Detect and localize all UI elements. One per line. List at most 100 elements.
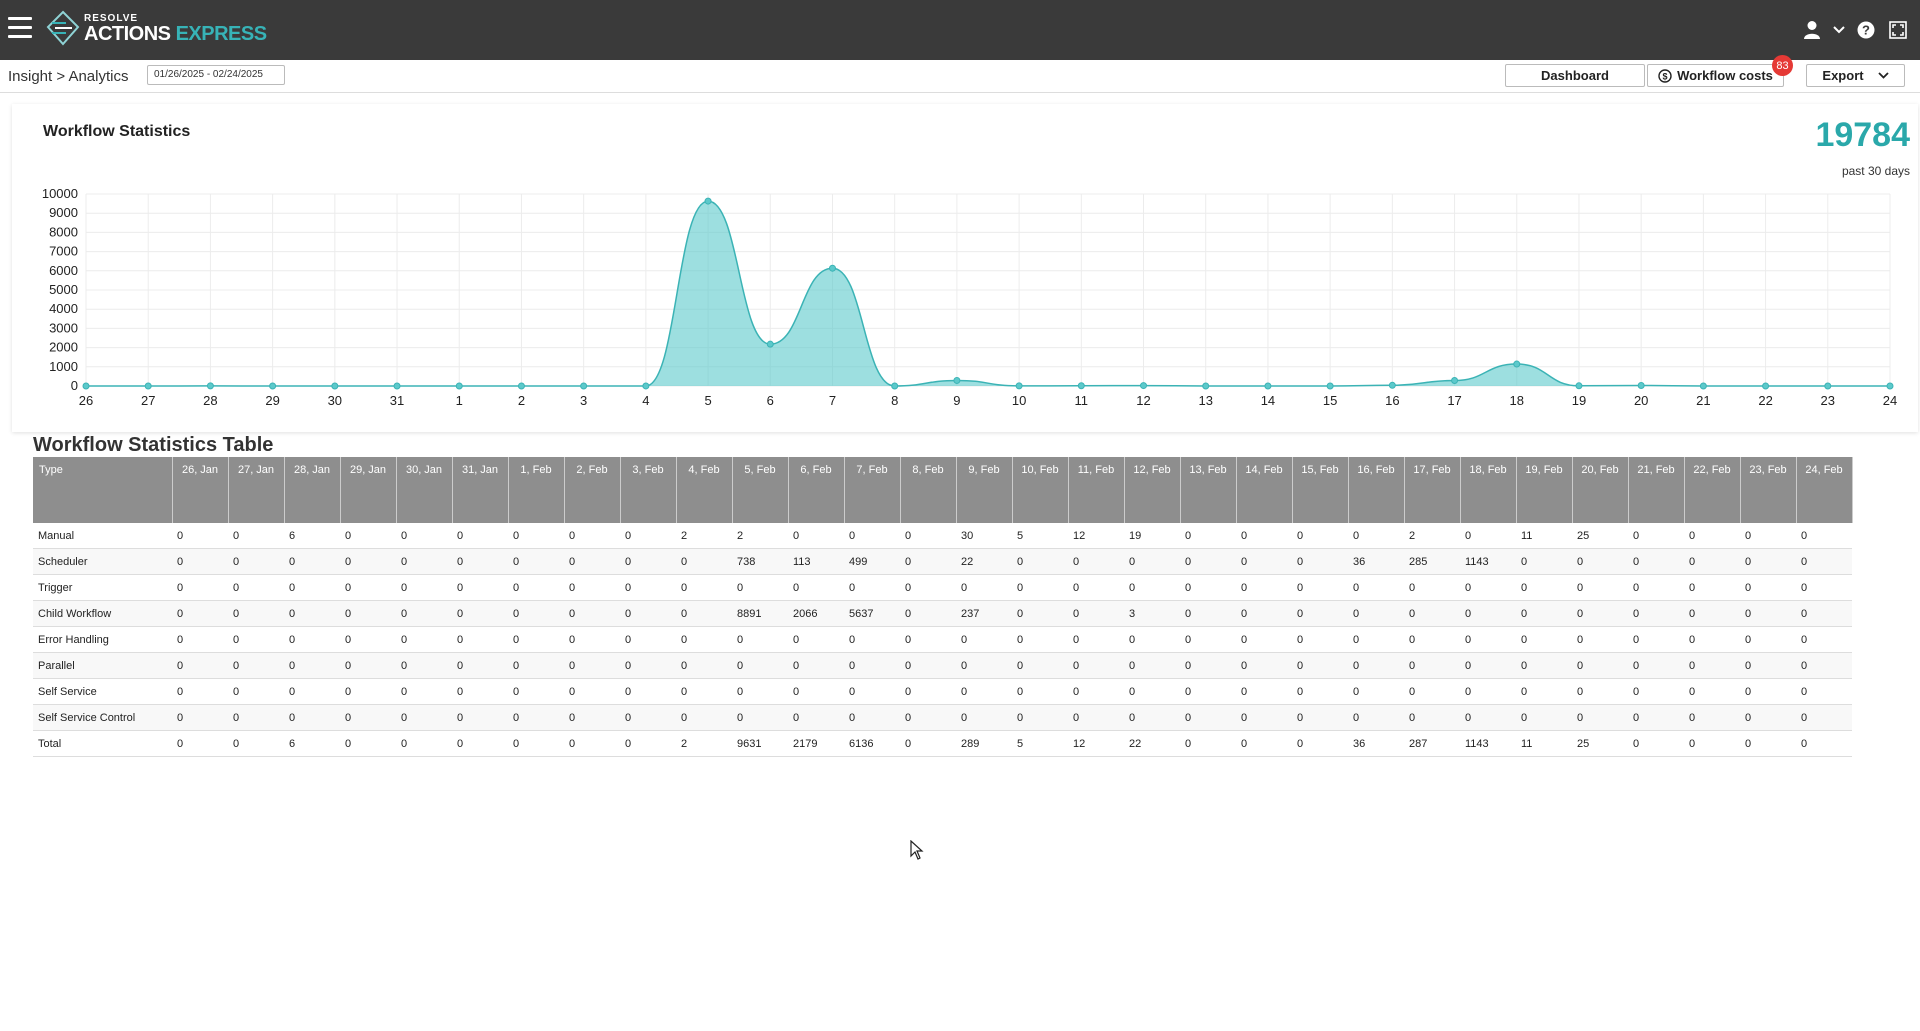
table-cell: 0 [1684,731,1740,757]
x-tick-label: 19 [1572,393,1586,408]
table-cell: 0 [1236,679,1292,705]
x-tick-label: 15 [1323,393,1337,408]
table-cell: 0 [1628,523,1684,549]
table-cell: 0 [676,653,732,679]
table-cell: 287 [1404,731,1460,757]
column-header-date: 20, Feb [1572,457,1628,523]
table-cell: 0 [1012,575,1068,601]
mouse-cursor-icon [910,840,924,860]
table-cell: 0 [1516,549,1572,575]
table-cell: 0 [900,601,956,627]
column-header-date: 18, Feb [1460,457,1516,523]
table-cell: 0 [172,705,228,731]
table-cell: 0 [1684,575,1740,601]
table-cell: 36 [1348,549,1404,575]
table-row: Child Workflow00000000008891206656370237… [33,601,1852,627]
table-cell: 2066 [788,601,844,627]
table-row: Self Service0000000000000000000000000000… [33,679,1852,705]
fullscreen-icon[interactable] [1886,18,1910,42]
table-cell: 0 [844,679,900,705]
export-button[interactable]: Export [1806,64,1905,87]
data-point [1141,383,1147,389]
table-cell: 0 [900,653,956,679]
x-tick-label: 29 [265,393,279,408]
table-cell: 0 [620,601,676,627]
y-tick-label: 7000 [49,244,78,259]
x-tick-label: 18 [1510,393,1524,408]
table-cell: 0 [1292,627,1348,653]
table-cell: 0 [1068,549,1124,575]
table-cell: 0 [1180,575,1236,601]
table-cell: 0 [1236,705,1292,731]
table-cell: 0 [228,705,284,731]
table-cell: 285 [1404,549,1460,575]
table-cell: 499 [844,549,900,575]
table-row: Scheduler0000000000738113499022000000362… [33,549,1852,575]
table-cell: 0 [1796,601,1852,627]
x-tick-label: 3 [580,393,587,408]
table-cell: 0 [1236,575,1292,601]
table-cell: 0 [1628,575,1684,601]
table-cell: 0 [228,653,284,679]
table-cell: 0 [172,679,228,705]
data-point [1514,361,1520,367]
table-cell: 36 [1348,731,1404,757]
column-header-date: 13, Feb [1180,457,1236,523]
table-cell: 0 [1684,679,1740,705]
table-cell: 0 [1012,679,1068,705]
table-cell: 0 [1012,705,1068,731]
chevron-down-icon[interactable] [1832,18,1846,42]
x-tick-label: 9 [953,393,960,408]
table-cell: 0 [396,679,452,705]
table-cell: 0 [228,627,284,653]
x-tick-label: 11 [1075,393,1089,408]
table-cell: 0 [676,601,732,627]
table-row: Manual0060000002200030512190000201125000… [33,523,1852,549]
workflow-costs-button[interactable]: $ Workflow costs [1647,64,1784,87]
column-header-date: 7, Feb [844,457,900,523]
table-cell: 0 [844,575,900,601]
table-cell: 0 [1348,653,1404,679]
table-cell: 0 [732,627,788,653]
data-point [767,341,773,347]
x-tick-label: 7 [829,393,836,408]
table-cell: 0 [900,627,956,653]
table-cell: 0 [900,679,956,705]
table-cell: 0 [228,731,284,757]
table-cell: 1143 [1460,731,1516,757]
help-icon[interactable]: ? [1854,18,1878,42]
table-cell: 0 [340,523,396,549]
logo-actions-text: ACTIONS [84,23,171,45]
table-cell: 0 [396,705,452,731]
table-cell: 0 [1292,601,1348,627]
date-range-input[interactable]: 01/26/2025 - 02/24/2025 [147,65,285,85]
breadcrumb: Insight > Analytics [8,68,128,85]
table-cell: 0 [1740,601,1796,627]
logo-icon [46,8,80,52]
table-cell: 0 [956,653,1012,679]
column-header-type: Type [33,457,172,523]
hamburger-menu-icon[interactable] [8,17,32,39]
table-cell: 0 [172,653,228,679]
dashboard-button[interactable]: Dashboard [1505,64,1645,87]
table-cell: 0 [452,523,508,549]
table-cell: 0 [396,549,452,575]
table-cell: 0 [620,523,676,549]
data-point [1700,383,1706,389]
table-cell: 0 [1684,653,1740,679]
table-cell: 0 [564,523,620,549]
table-cell: 0 [1460,679,1516,705]
data-point [1078,383,1084,389]
data-point [829,265,835,271]
user-icon[interactable] [1800,18,1824,42]
y-tick-label: 8000 [49,224,78,239]
table-cell: 0 [1404,705,1460,731]
y-tick-label: 2000 [49,340,78,355]
table-cell: 0 [1572,549,1628,575]
table-cell: 0 [1516,653,1572,679]
x-tick-label: 23 [1821,393,1835,408]
table-cell: 22 [956,549,1012,575]
table-cell: 5 [1012,523,1068,549]
data-point [456,383,462,389]
table-cell: 0 [1292,653,1348,679]
